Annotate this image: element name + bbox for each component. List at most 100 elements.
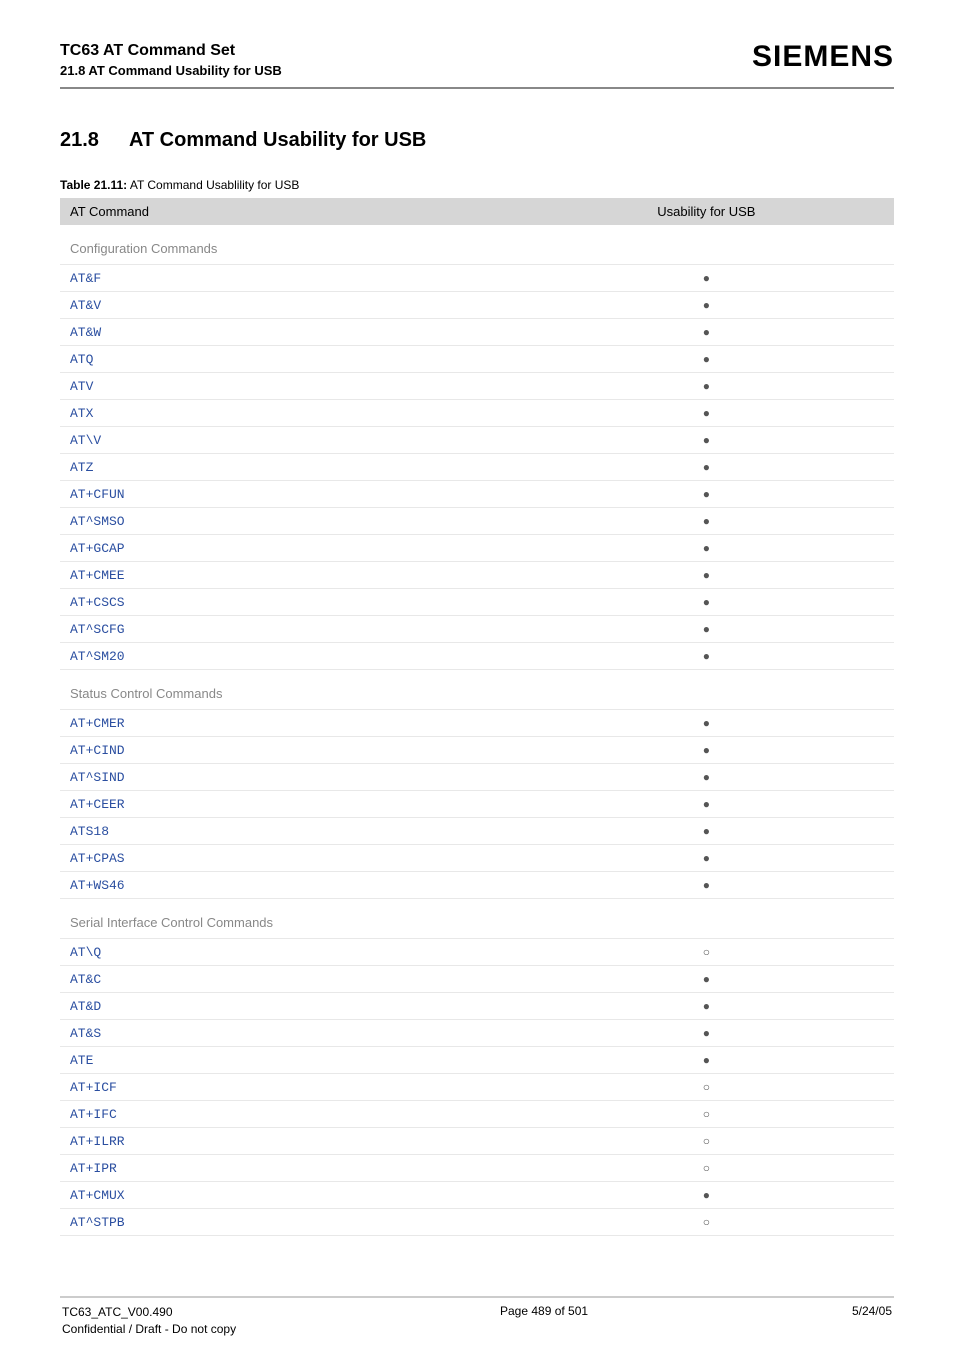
table-row: AT&F ● — [60, 265, 894, 292]
table-row: ATE ● — [60, 1047, 894, 1074]
at-command-link[interactable]: AT^SM20 — [70, 649, 125, 664]
usability-indicator: ● — [519, 292, 894, 319]
usability-indicator: ● — [519, 791, 894, 818]
table-row: AT+GCAP● — [60, 535, 894, 562]
at-command-link[interactable]: AT&D — [70, 999, 101, 1014]
at-command-link[interactable]: AT+CEER — [70, 797, 125, 812]
table-row: AT^SCFG ● — [60, 616, 894, 643]
at-command-link[interactable]: AT+CSCS — [70, 595, 125, 610]
usability-indicator: ○ — [519, 939, 894, 966]
usability-indicator: ● — [519, 400, 894, 427]
table-row: AT\V ● — [60, 427, 894, 454]
at-command-link[interactable]: AT^STPB — [70, 1215, 125, 1230]
usability-indicator: ● — [519, 265, 894, 292]
usability-indicator: ● — [519, 1047, 894, 1074]
at-command-link[interactable]: AT+WS46 — [70, 878, 125, 893]
page-header: TC63 AT Command Set 21.8 AT Command Usab… — [60, 40, 894, 79]
usability-indicator: ● — [519, 1182, 894, 1209]
section-number: 21.8 — [60, 129, 99, 152]
usability-indicator: ● — [519, 764, 894, 791]
table-row: AT&W ● — [60, 319, 894, 346]
at-command-link[interactable]: AT+IPR — [70, 1161, 117, 1176]
at-command-link[interactable]: AT&W — [70, 325, 101, 340]
usability-indicator: ● — [519, 710, 894, 737]
usability-indicator: ○ — [519, 1128, 894, 1155]
at-command-link[interactable]: AT+CFUN — [70, 487, 125, 502]
at-command-link[interactable]: AT\V — [70, 433, 101, 448]
table-row: AT+CFUN ● — [60, 481, 894, 508]
usability-indicator: ● — [519, 346, 894, 373]
usability-indicator: ● — [519, 872, 894, 899]
table-row: AT^SMSO ● — [60, 508, 894, 535]
table-row: AT+CIND ● — [60, 737, 894, 764]
usability-indicator: ● — [519, 1020, 894, 1047]
usability-indicator: ● — [519, 454, 894, 481]
at-command-link[interactable]: ATZ — [70, 460, 93, 475]
page-footer: TC63_ATC_V00.490 Confidential / Draft - … — [60, 1304, 894, 1338]
at-command-link[interactable]: AT+CMUX — [70, 1188, 125, 1203]
at-command-link[interactable]: AT+CIND — [70, 743, 125, 758]
usability-indicator: ● — [519, 373, 894, 400]
usability-indicator: ● — [519, 562, 894, 589]
table-header-usb: Usability for USB — [519, 198, 894, 225]
at-command-link[interactable]: AT&V — [70, 298, 101, 313]
usability-indicator: ○ — [519, 1155, 894, 1182]
at-command-link[interactable]: AT+CPAS — [70, 851, 125, 866]
at-command-link[interactable]: AT+ILRR — [70, 1134, 125, 1149]
at-command-link[interactable]: AT&F — [70, 271, 101, 286]
usb-usability-table: AT Command Usability for USB Configurati… — [60, 198, 894, 1236]
table-row: AT+ILRR ○ — [60, 1128, 894, 1155]
table-row: AT+CEER ● — [60, 791, 894, 818]
at-command-link[interactable]: AT&S — [70, 1026, 101, 1041]
header-divider — [60, 87, 894, 89]
at-command-link[interactable]: AT^SMSO — [70, 514, 125, 529]
table-row: AT+CPAS● — [60, 845, 894, 872]
at-command-link[interactable]: AT+ICF — [70, 1080, 117, 1095]
usability-indicator: ● — [519, 319, 894, 346]
table-group-header: Configuration Commands — [60, 225, 894, 265]
at-command-link[interactable]: AT+CMER — [70, 716, 125, 731]
table-caption-text: AT Command Usablility for USB — [130, 178, 300, 192]
table-row: AT\Q ○ — [60, 939, 894, 966]
brand-logo: SIEMENS — [752, 40, 894, 74]
table-row: ATS18● — [60, 818, 894, 845]
at-command-link[interactable]: AT+CMEE — [70, 568, 125, 583]
table-row: AT+WS46 ● — [60, 872, 894, 899]
table-row: AT&S ● — [60, 1020, 894, 1047]
table-group-header: Status Control Commands — [60, 670, 894, 710]
table-caption-label: Table 21.11: — [60, 178, 127, 192]
section-title: AT Command Usability for USB — [129, 129, 426, 151]
at-command-link[interactable]: ATS18 — [70, 824, 109, 839]
usability-indicator: ○ — [519, 1101, 894, 1128]
table-caption: Table 21.11: AT Command Usablility for U… — [60, 178, 894, 192]
footer-page-number: Page 489 of 501 — [500, 1304, 588, 1338]
at-command-link[interactable]: AT^SIND — [70, 770, 125, 785]
usability-indicator: ● — [519, 616, 894, 643]
usability-indicator: ● — [519, 966, 894, 993]
table-row: AT+ICF○ — [60, 1074, 894, 1101]
usability-indicator: ● — [519, 737, 894, 764]
at-command-link[interactable]: AT+IFC — [70, 1107, 117, 1122]
footer-confidential: Confidential / Draft - Do not copy — [62, 1321, 236, 1338]
at-command-link[interactable]: AT&C — [70, 972, 101, 987]
table-group-header: Serial Interface Control Commands — [60, 899, 894, 939]
usability-indicator: ○ — [519, 1209, 894, 1236]
at-command-link[interactable]: ATE — [70, 1053, 93, 1068]
at-command-link[interactable]: AT^SCFG — [70, 622, 125, 637]
table-header-cmd: AT Command — [60, 198, 519, 225]
at-command-link[interactable]: ATV — [70, 379, 93, 394]
at-command-link[interactable]: ATX — [70, 406, 93, 421]
usability-indicator: ● — [519, 427, 894, 454]
footer-doc-id: TC63_ATC_V00.490 — [62, 1304, 236, 1321]
doc-subtitle: 21.8 AT Command Usability for USB — [60, 62, 282, 80]
usability-indicator: ● — [519, 508, 894, 535]
at-command-link[interactable]: ATQ — [70, 352, 93, 367]
usability-indicator: ● — [519, 481, 894, 508]
table-row: AT^STPB ○ — [60, 1209, 894, 1236]
table-row: AT&C ● — [60, 966, 894, 993]
table-row: AT+IFC ○ — [60, 1101, 894, 1128]
at-command-link[interactable]: AT\Q — [70, 945, 101, 960]
table-row: AT^SIND ● — [60, 764, 894, 791]
section-heading: 21.8 AT Command Usability for USB — [60, 129, 894, 152]
at-command-link[interactable]: AT+GCAP — [70, 541, 125, 556]
